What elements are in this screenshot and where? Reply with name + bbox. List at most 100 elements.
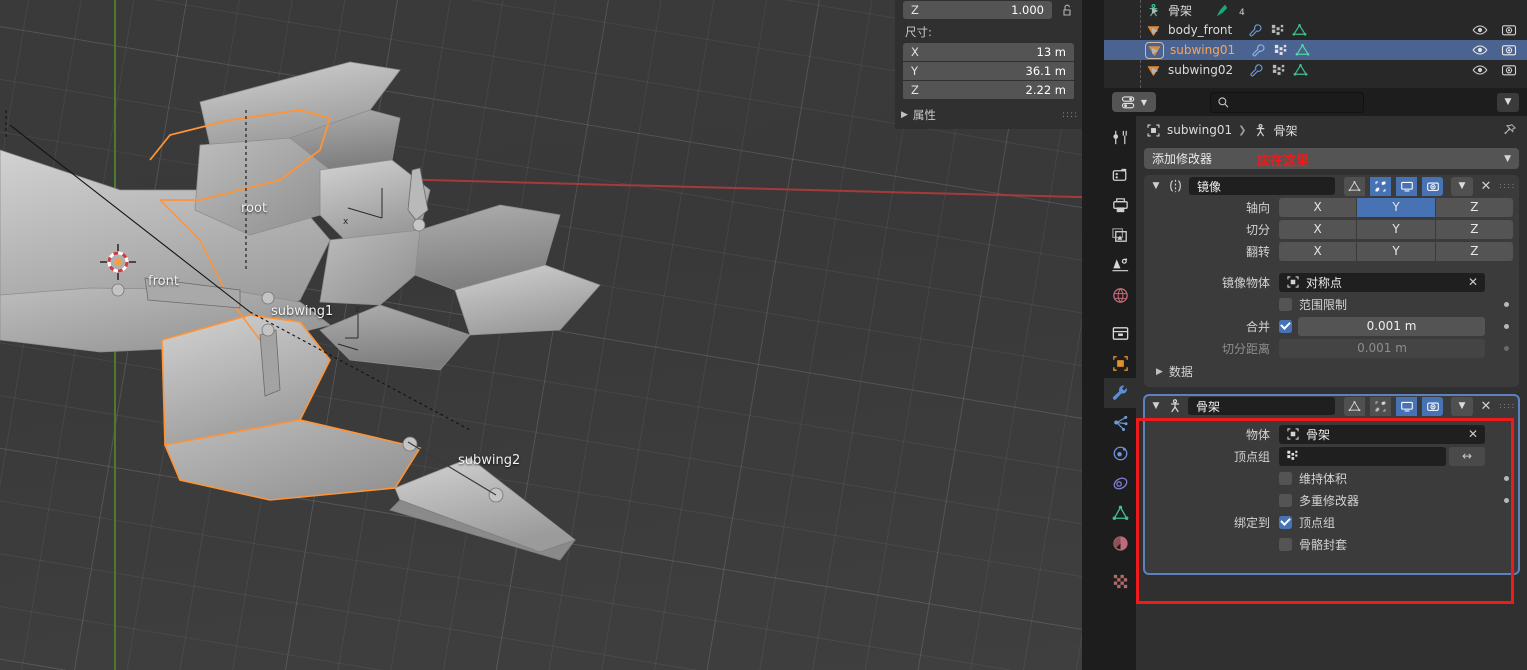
tab-output[interactable] xyxy=(1104,190,1136,220)
3d-viewport[interactable]: x z root front subwing1 subwing2 Z 1.000… xyxy=(0,0,1082,670)
tab-view-layer[interactable] xyxy=(1104,220,1136,250)
properties-section-header[interactable]: ▶ 属性 :::: xyxy=(901,107,1077,123)
animate-property-dot[interactable] xyxy=(1504,345,1509,351)
scale-z-field[interactable]: Z 1.000 xyxy=(903,0,1052,19)
bind-bone-envelopes-checkbox[interactable] xyxy=(1279,537,1292,551)
mirror-clipping-row[interactable]: 范围限制 xyxy=(1150,294,1509,314)
tab-tool[interactable] xyxy=(1104,122,1136,152)
mirror-bisect-row[interactable]: 切分 X Y Z xyxy=(1150,219,1513,239)
dimension-x-field[interactable]: X 13 m xyxy=(903,43,1074,61)
add-modifier-dropdown[interactable]: 添加修改器 ▼ 应在这里 xyxy=(1144,148,1519,169)
tab-render[interactable] xyxy=(1104,160,1136,190)
properties-body[interactable]: subwing01 ❯ 骨架 添加修改器 ▼ 应在这里 ▼ 镜像 ▼ ✕:::… xyxy=(1136,116,1527,670)
modifier-header-armature[interactable]: ▼ 骨架 ▼ ✕:::: xyxy=(1144,395,1519,417)
dimension-y-field[interactable]: Y 36.1 m xyxy=(903,62,1074,80)
on-cage-toggle[interactable] xyxy=(1344,176,1365,196)
tab-scene[interactable] xyxy=(1104,250,1136,280)
tab-data[interactable] xyxy=(1104,498,1136,528)
outliner-row-subwing01[interactable]: ▶ subwing01 xyxy=(1104,40,1527,60)
grip-dots-icon[interactable]: :::: xyxy=(1062,110,1077,119)
mirror-axis-segments[interactable]: X Y Z xyxy=(1279,197,1513,217)
dimension-z-field[interactable]: Z 2.22 m xyxy=(903,81,1074,99)
mirror-object-row[interactable]: 镜像物体 对称点 ✕ xyxy=(1150,272,1485,292)
mirror-flip-segments[interactable]: X Y Z xyxy=(1279,241,1513,261)
bind-to-vertex-groups-row[interactable]: 绑定到 顶点组 xyxy=(1150,512,1485,532)
pin-icon[interactable] xyxy=(1502,123,1517,138)
outliner-data-icons[interactable] xyxy=(1251,43,1310,58)
armature-object-row[interactable]: 物体 骨架 ✕ xyxy=(1150,424,1485,444)
camera-icon[interactable] xyxy=(1501,22,1517,38)
mirror-flip-y[interactable]: Y xyxy=(1357,241,1435,261)
bind-to-bone-envelopes-row[interactable]: 骨骼封套 xyxy=(1150,534,1485,554)
animate-property-dot[interactable] xyxy=(1504,475,1509,481)
mirror-flip-row[interactable]: 翻转 X Y Z xyxy=(1150,241,1513,261)
animate-property-dot[interactable] xyxy=(1504,497,1509,503)
breadcrumb[interactable]: subwing01 ❯ 骨架 xyxy=(1136,116,1527,144)
merge-threshold-field[interactable]: 0.001 m xyxy=(1298,316,1485,336)
outliner-row-body_front[interactable]: ▶ body_front xyxy=(1104,20,1527,40)
realtime-display-toggle[interactable] xyxy=(1396,176,1417,196)
tab-material[interactable] xyxy=(1104,528,1136,558)
mirror-axis-x[interactable]: X xyxy=(1279,197,1357,217)
disclosure-triangle-icon[interactable]: ▶ xyxy=(1152,6,1162,15)
mirror-bisect-y[interactable]: Y xyxy=(1357,219,1435,239)
clear-armature-object-button[interactable]: ✕ xyxy=(1468,427,1478,441)
outliner-row-armature[interactable]: ▶ 骨架 4 xyxy=(1104,0,1527,20)
tab-constraints[interactable] xyxy=(1104,468,1136,498)
disclosure-triangle-icon[interactable]: ▶ xyxy=(1152,46,1162,55)
mirror-object-field[interactable]: 对称点 ✕ xyxy=(1279,272,1485,292)
armature-vertex-group-row[interactable]: 顶点组 ↔ xyxy=(1150,446,1485,466)
multi-modifier-checkbox[interactable] xyxy=(1279,493,1292,507)
modifier-extras-dropdown[interactable]: ▼ xyxy=(1451,396,1473,416)
disclosure-triangle-icon[interactable]: ▶ xyxy=(1152,26,1162,35)
outliner-data-icons[interactable] xyxy=(1249,63,1308,78)
mirror-axis-y[interactable]: Y xyxy=(1357,197,1435,217)
filter-dropdown-button[interactable]: ▼ xyxy=(1497,92,1519,112)
camera-icon[interactable] xyxy=(1501,42,1517,58)
properties-tab-column[interactable] xyxy=(1104,116,1136,670)
modifier-panel-mirror[interactable]: ▼ 镜像 ▼ ✕:::: 轴向 X Y Z 切分 X Y Z 翻转 X Y Z… xyxy=(1144,175,1519,387)
preserve-volume-checkbox[interactable] xyxy=(1279,471,1292,485)
mirror-bisect-x[interactable]: X xyxy=(1279,219,1357,239)
tab-particles[interactable] xyxy=(1104,408,1136,438)
unlock-icon[interactable] xyxy=(1060,3,1074,17)
mirror-bisect-z[interactable]: Z xyxy=(1435,219,1513,239)
chevron-down-icon[interactable]: ▼ xyxy=(1150,401,1162,411)
search-input[interactable] xyxy=(1210,91,1364,113)
edit-mode-toggle[interactable] xyxy=(1370,396,1391,416)
outliner-visibility-icons[interactable] xyxy=(1472,22,1517,38)
outliner-visibility-icons[interactable] xyxy=(1472,42,1517,58)
eye-icon[interactable] xyxy=(1472,22,1488,38)
properties-editor[interactable]: ▼ ▼ subwing01 ❯ 骨架 添加修改器 ▼ 应在这里 ▼ 镜像 ▼ ✕… xyxy=(1104,88,1527,670)
merge-checkbox[interactable] xyxy=(1279,319,1292,333)
mirror-axis-z[interactable]: Z xyxy=(1435,197,1513,217)
invert-vertex-group-button[interactable]: ↔ xyxy=(1449,446,1485,466)
tab-collection[interactable] xyxy=(1104,318,1136,348)
animate-property-dot[interactable] xyxy=(1504,323,1509,329)
breadcrumb-object-label[interactable]: subwing01 xyxy=(1167,123,1232,137)
render-toggle[interactable] xyxy=(1422,176,1443,196)
clear-mirror-object-button[interactable]: ✕ xyxy=(1468,275,1478,289)
tab-object[interactable] xyxy=(1104,348,1136,378)
disclosure-triangle-icon[interactable]: ▶ xyxy=(1152,66,1162,75)
mirror-bisect-distance-row[interactable]: 切分距离 0.001 m xyxy=(1150,338,1509,358)
outliner-data-icons[interactable] xyxy=(1248,23,1307,38)
tab-texture[interactable] xyxy=(1104,566,1136,596)
chevron-down-icon[interactable]: ▼ xyxy=(1150,181,1162,191)
outliner-visibility-icons[interactable] xyxy=(1472,62,1517,78)
tab-world[interactable] xyxy=(1104,280,1136,310)
mirror-axis-row[interactable]: 轴向 X Y Z xyxy=(1150,197,1513,217)
mirror-flip-z[interactable]: Z xyxy=(1435,241,1513,261)
delete-modifier-button[interactable]: ✕ xyxy=(1478,179,1494,194)
grip-dots-icon[interactable]: :::: xyxy=(1499,182,1514,190)
modifier-name-field[interactable]: 镜像 xyxy=(1189,177,1335,195)
animate-property-dot[interactable] xyxy=(1504,301,1509,307)
eye-icon[interactable] xyxy=(1472,62,1488,78)
modifier-extras-dropdown[interactable]: ▼ xyxy=(1451,176,1473,196)
modifier-name-field[interactable]: 骨架 xyxy=(1188,397,1335,415)
on-cage-toggle[interactable] xyxy=(1344,396,1365,416)
bind-vertex-groups-checkbox[interactable] xyxy=(1279,515,1292,529)
camera-icon[interactable] xyxy=(1501,62,1517,78)
outliner-editor[interactable]: ▶ 骨架 4 ▶ body_front ▶ subwing01 ▶ subwin… xyxy=(1104,0,1527,88)
modifier-panel-armature[interactable]: ▼ 骨架 ▼ ✕:::: 物体 骨架 ✕ 顶点组 ↔ 维持体积 多重修改器 绑… xyxy=(1143,394,1520,575)
